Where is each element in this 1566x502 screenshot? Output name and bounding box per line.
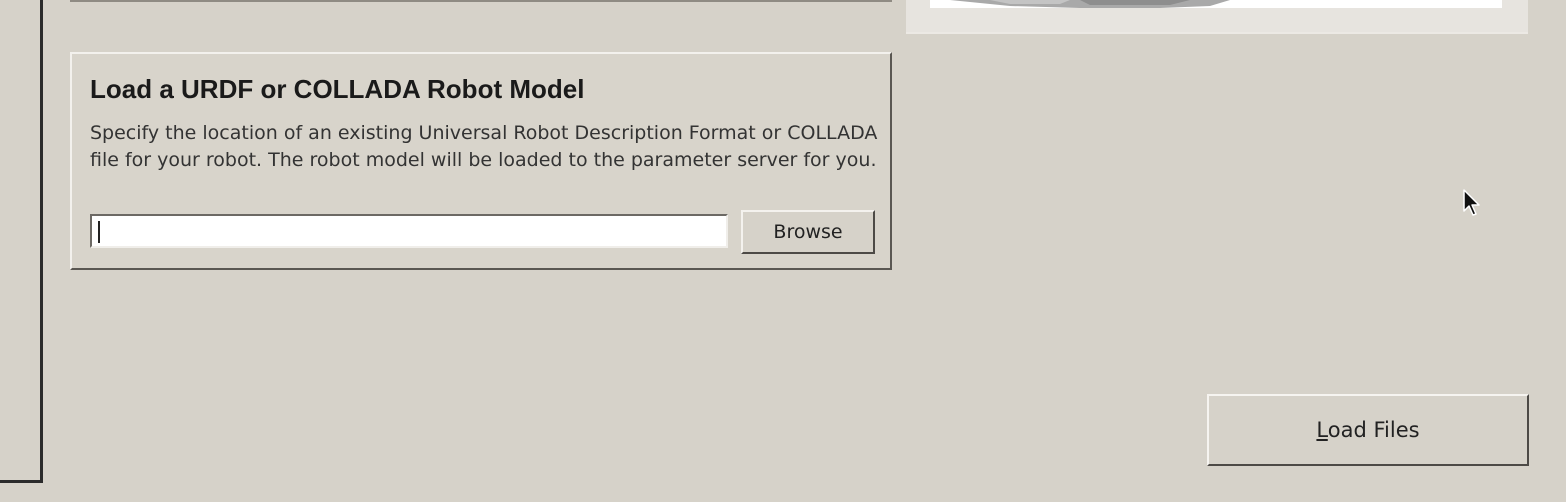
setup-assistant-window: Load a URDF or COLLADA Robot Model Speci… <box>0 0 1566 502</box>
load-files-label: oad Files <box>1327 418 1420 442</box>
robot-image-frame <box>906 0 1528 34</box>
load-files-mnemonic: L <box>1316 418 1328 442</box>
group-title: Load a URDF or COLLADA Robot Model <box>90 74 585 104</box>
model-path-input[interactable] <box>90 214 728 248</box>
previous-panel-edge <box>70 0 892 2</box>
load-model-group: Load a URDF or COLLADA Robot Model Speci… <box>70 52 892 270</box>
group-description: Specify the location of an existing Univ… <box>90 122 878 171</box>
load-files-button[interactable]: Load Files <box>1207 394 1529 466</box>
browse-button[interactable]: Browse <box>741 210 875 254</box>
navigation-pane <box>0 0 43 483</box>
text-caret <box>98 221 100 243</box>
robot-image <box>930 0 1502 8</box>
mouse-pointer-icon <box>1463 189 1480 216</box>
